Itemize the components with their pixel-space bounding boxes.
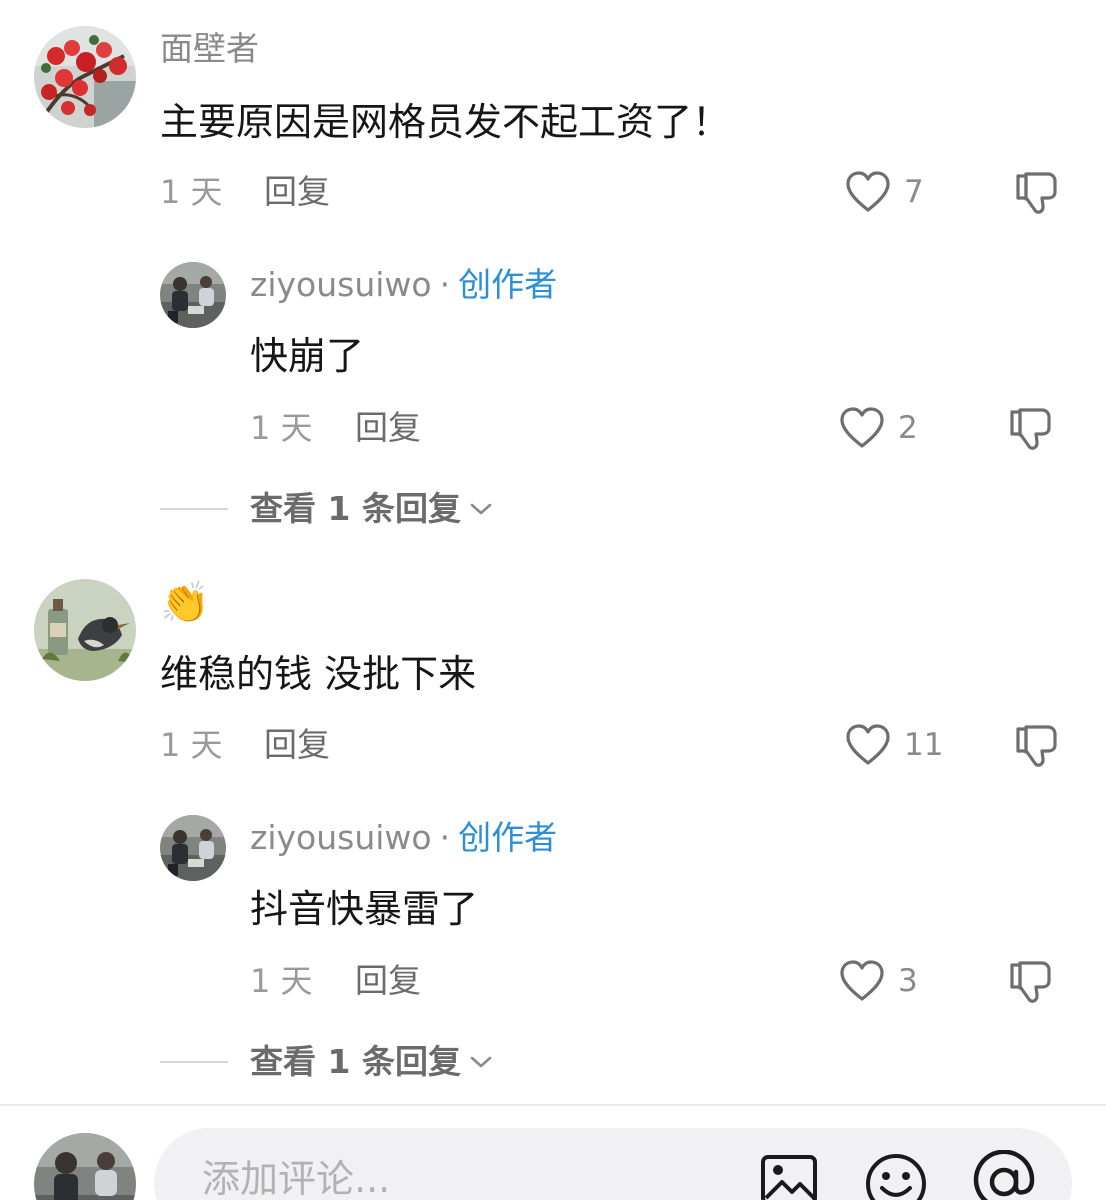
image-button[interactable] xyxy=(760,1154,818,1200)
reply-author[interactable]: ziyousuiwo xyxy=(250,818,432,857)
reply-button[interactable]: 回复 xyxy=(355,964,421,997)
emoji-button[interactable] xyxy=(864,1152,928,1200)
like-button[interactable]: 2 xyxy=(838,406,918,450)
creator-badge: 创作者 xyxy=(458,265,558,304)
comment-avatar[interactable] xyxy=(34,26,136,128)
reply-button[interactable]: 回复 xyxy=(264,728,330,761)
dislike-button[interactable] xyxy=(1006,404,1056,458)
view-replies-link[interactable]: 查看 1 条回复 xyxy=(160,492,493,525)
view-replies-link[interactable]: 查看 1 条回复 xyxy=(160,1045,493,1078)
heart-icon xyxy=(840,407,884,448)
creator-badge: 创作者 xyxy=(458,818,558,857)
divider-line xyxy=(160,1060,228,1063)
bird-bottle-avatar-icon xyxy=(34,579,136,681)
like-count: 11 xyxy=(904,726,944,763)
like-count: 7 xyxy=(904,173,924,210)
people-photo-avatar-icon xyxy=(160,262,226,328)
reply-avatar[interactable] xyxy=(160,815,226,881)
dislike-button[interactable] xyxy=(1006,957,1056,1011)
image-icon xyxy=(761,1155,817,1200)
emoji-icon xyxy=(866,1154,926,1200)
like-button[interactable]: 11 xyxy=(844,723,943,767)
view-replies-label: 查看 1 条回复 xyxy=(250,1042,461,1081)
like-button[interactable]: 7 xyxy=(844,170,924,214)
heart-icon xyxy=(840,960,884,1001)
comment-input-placeholder: 添加评论... xyxy=(202,1157,391,1200)
chevron-down-icon xyxy=(470,503,492,514)
reply-button[interactable]: 回复 xyxy=(355,411,421,444)
thumbs-down-icon xyxy=(1016,172,1057,214)
heart-icon xyxy=(846,724,890,765)
thumbs-down-icon xyxy=(1010,408,1051,450)
comment-avatar[interactable] xyxy=(34,579,136,681)
chevron-down-icon xyxy=(470,1056,492,1067)
reply-username: ziyousuiwo · 创作者 xyxy=(250,268,557,301)
red-flowers-avatar-icon xyxy=(34,26,136,128)
comment-time: 1 天 xyxy=(160,173,223,211)
reply-time: 1 天 xyxy=(250,409,313,447)
mention-button[interactable] xyxy=(972,1149,1036,1200)
dislike-button[interactable] xyxy=(1012,721,1062,775)
thumbs-down-icon xyxy=(1016,725,1057,767)
reply-username: ziyousuiwo · 创作者 xyxy=(250,821,557,854)
comment-username[interactable]: 👏 xyxy=(160,583,210,623)
separator-dot: · xyxy=(439,818,451,857)
reply-avatar[interactable] xyxy=(160,262,226,328)
divider-line xyxy=(160,507,228,510)
view-replies-label: 查看 1 条回复 xyxy=(250,489,461,528)
reply-text: 抖音快暴雷了 xyxy=(250,887,479,931)
like-button[interactable]: 3 xyxy=(838,959,918,1003)
comment-username[interactable]: 面壁者 xyxy=(160,32,259,65)
comments-page: 面壁者 主要原因是网格员发不起工资了！ 1 天 回复 7 ziyousuiwo ·… xyxy=(0,0,1106,1200)
reply-time: 1 天 xyxy=(250,962,313,1000)
people-photo-avatar-icon xyxy=(160,815,226,881)
comment-time: 1 天 xyxy=(160,726,223,764)
comment-text: 主要原因是网格员发不起工资了！ xyxy=(160,100,731,144)
reply-author[interactable]: ziyousuiwo xyxy=(250,265,432,304)
thumbs-down-icon xyxy=(1010,961,1051,1003)
comment-text: 维稳的钱 没批下来 xyxy=(160,652,477,696)
heart-icon xyxy=(846,171,890,212)
like-count: 2 xyxy=(898,409,918,446)
mention-icon xyxy=(973,1149,1035,1200)
reply-button[interactable]: 回复 xyxy=(264,175,330,208)
separator-dot: · xyxy=(439,265,451,304)
like-count: 3 xyxy=(898,962,918,999)
reply-text: 快崩了 xyxy=(250,334,365,378)
dislike-button[interactable] xyxy=(1012,168,1062,222)
